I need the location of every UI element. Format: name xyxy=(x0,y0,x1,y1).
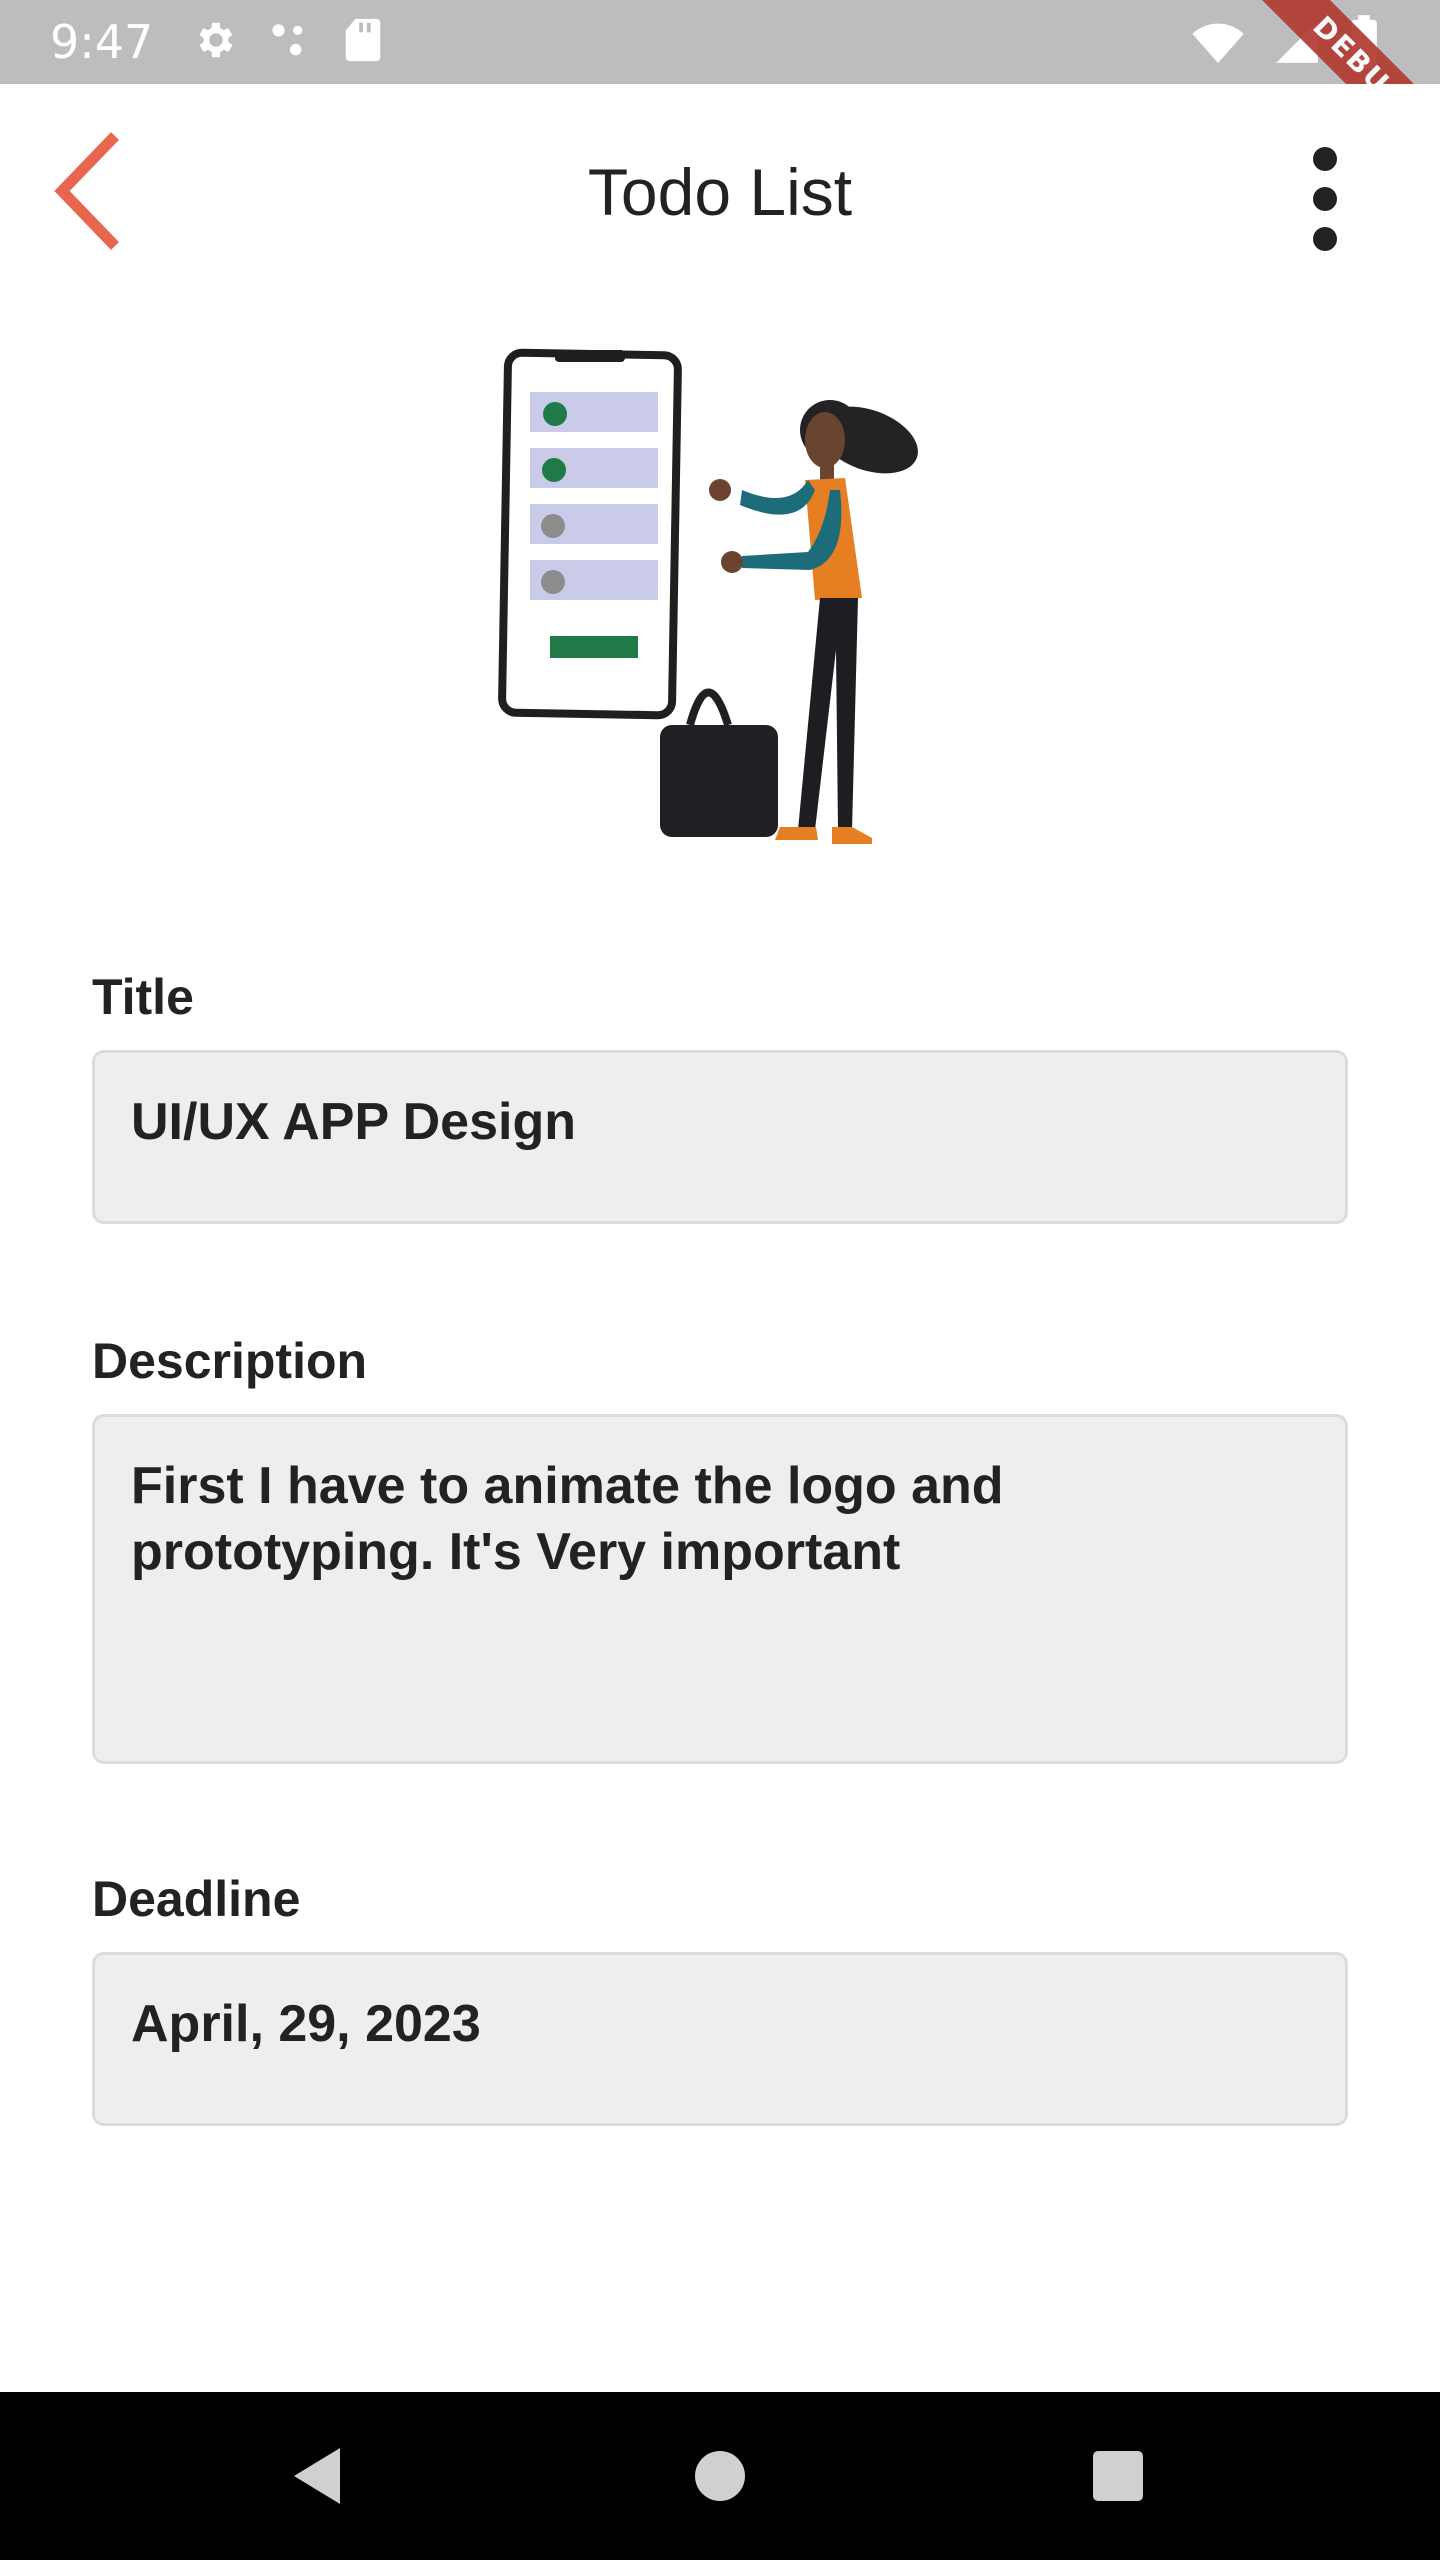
sd-card-icon xyxy=(343,17,383,68)
app-bar: Todo List xyxy=(0,84,1440,304)
status-icons-left xyxy=(191,17,383,68)
settings-icon xyxy=(191,17,237,68)
deadline-label: Deadline xyxy=(92,1871,301,1927)
dots-icon xyxy=(267,17,313,68)
title-label: Title xyxy=(92,969,194,1025)
description-field[interactable]: First I have to animate the logo and pro… xyxy=(92,1414,1348,1764)
nav-home-button[interactable] xyxy=(636,2392,804,2560)
circle-home-icon xyxy=(695,2451,745,2501)
todo-illustration xyxy=(480,330,960,870)
nav-back-button[interactable] xyxy=(234,2392,402,2560)
triangle-back-icon xyxy=(294,2448,340,2504)
status-time: 9:47 xyxy=(50,15,154,69)
wifi-icon xyxy=(1190,14,1246,75)
page-title: Todo List xyxy=(587,155,853,229)
system-nav-bar xyxy=(0,2392,1440,2560)
deadline-field[interactable]: April, 29, 2023 xyxy=(92,1952,1348,2126)
nav-recents-button[interactable] xyxy=(1034,2392,1202,2560)
square-recents-icon xyxy=(1093,2451,1143,2501)
status-bar: 9:47 DEBUG xyxy=(0,0,1440,84)
more-options-button[interactable] xyxy=(1300,144,1350,254)
description-label: Description xyxy=(92,1333,368,1389)
title-field[interactable]: UI/UX APP Design xyxy=(92,1050,1348,1224)
more-vertical-icon xyxy=(1313,147,1337,251)
